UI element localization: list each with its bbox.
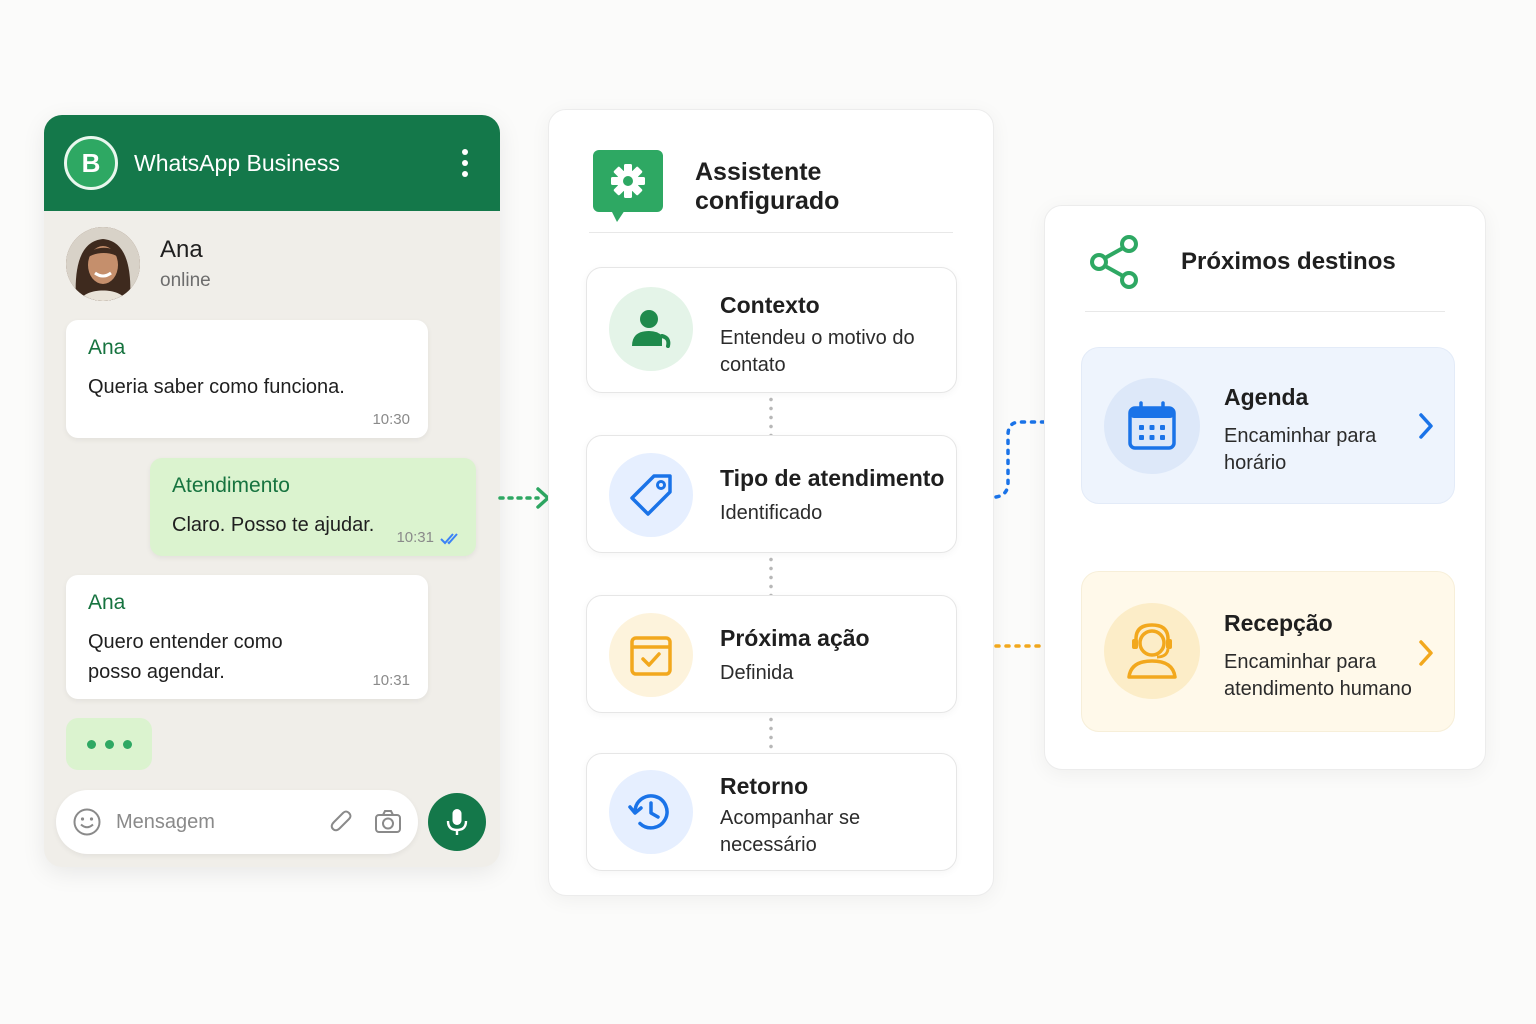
destinations-panel: Próximos destinos Agenda Encaminhar para… <box>1044 205 1486 770</box>
message-bubble-incoming: Ana Quero entender como posso agendar. 1… <box>66 575 428 699</box>
message-text: Queria saber como funciona. <box>88 376 345 398</box>
camera-icon[interactable] <box>374 809 402 835</box>
destination-description: Encaminhar para horário <box>1224 425 1377 474</box>
avatar <box>66 227 140 301</box>
message-sender: Atendimento <box>172 474 290 497</box>
destination-title: Agenda <box>1224 384 1309 410</box>
whatsapp-panel: B WhatsApp Business Ana online Ana Queri… <box>44 115 500 867</box>
app-title: WhatsApp Business <box>134 149 340 176</box>
destinations-title: Próximos destinos <box>1181 248 1396 275</box>
step-description: Definida <box>720 662 794 684</box>
message-bubble-incoming: Ana Queria saber como funciona. 10:30 <box>66 320 428 438</box>
message-time: 10:31 <box>396 529 434 546</box>
step-card-proxima-acao: Próxima ação Definida <box>586 595 957 713</box>
contact-name: Ana <box>160 236 203 263</box>
message-time: 10:31 <box>372 672 410 689</box>
assistant-panel: Assistente configurado Contexto Entendeu… <box>548 109 994 896</box>
more-options-icon[interactable] <box>450 143 480 183</box>
step-card-tipo-atendimento: Tipo de atendimento Identificado <box>586 435 957 553</box>
message-input-bar[interactable]: Mensagem <box>56 790 418 854</box>
divider <box>1085 311 1445 312</box>
step-description: Entendeu o motivo do contato <box>720 327 915 376</box>
step-title: Contexto <box>720 292 820 318</box>
message-bubble-outgoing: Atendimento Claro. Posso te ajudar. 10:3… <box>150 458 476 556</box>
dotted-connector <box>769 555 773 595</box>
typing-indicator <box>66 718 152 770</box>
whatsapp-header: B WhatsApp Business <box>44 115 500 211</box>
message-input[interactable]: Mensagem <box>116 811 310 834</box>
destination-description: Encaminhar para atendimento humano <box>1224 651 1412 700</box>
message-sender: Ana <box>88 591 126 614</box>
step-description: Acompanhar se necessário <box>720 807 861 856</box>
headset-person-icon <box>1104 603 1200 699</box>
calendar-check-icon <box>609 613 693 697</box>
contact-status: online <box>160 270 211 291</box>
assistant-title: Assistente configurado <box>695 158 840 215</box>
message-text: Quero entender como posso agendar. <box>88 631 283 683</box>
destination-card-agenda[interactable]: Agenda Encaminhar para horário <box>1081 347 1455 504</box>
microphone-icon <box>446 809 468 835</box>
step-title: Próxima ação <box>720 625 870 651</box>
step-title: Retorno <box>720 773 809 799</box>
attachment-icon[interactable] <box>328 808 356 836</box>
arrow-connector-green <box>498 487 550 509</box>
history-icon <box>609 770 693 854</box>
divider <box>589 232 953 233</box>
destination-title: Recepção <box>1224 610 1333 636</box>
message-time: 10:30 <box>372 411 410 428</box>
step-description: Identificado <box>720 502 823 524</box>
step-card-contexto: Contexto Entendeu o motivo do contato <box>586 267 957 393</box>
person-icon <box>609 287 693 371</box>
dotted-connector <box>769 395 773 435</box>
step-card-retorno: Retorno Acompanhar se necessário <box>586 753 957 871</box>
contact-header[interactable]: Ana online <box>44 211 500 311</box>
chevron-right-icon[interactable] <box>1416 638 1436 673</box>
svg-text:B: B <box>82 148 101 178</box>
tag-icon <box>609 453 693 537</box>
destination-card-recepcao[interactable]: Recepção Encaminhar para atendimento hum… <box>1081 571 1455 732</box>
double-check-icon <box>440 533 458 545</box>
message-sender: Ana <box>88 336 126 359</box>
whatsapp-business-logo-icon: B <box>64 136 118 190</box>
gear-chat-icon <box>591 150 665 224</box>
mic-button[interactable] <box>428 793 486 851</box>
chevron-right-icon[interactable] <box>1416 411 1436 446</box>
dotted-connector <box>769 715 773 753</box>
share-icon <box>1087 232 1143 292</box>
calendar-icon <box>1104 378 1200 474</box>
step-title: Tipo de atendimento <box>720 465 945 491</box>
emoji-icon[interactable] <box>72 807 102 837</box>
